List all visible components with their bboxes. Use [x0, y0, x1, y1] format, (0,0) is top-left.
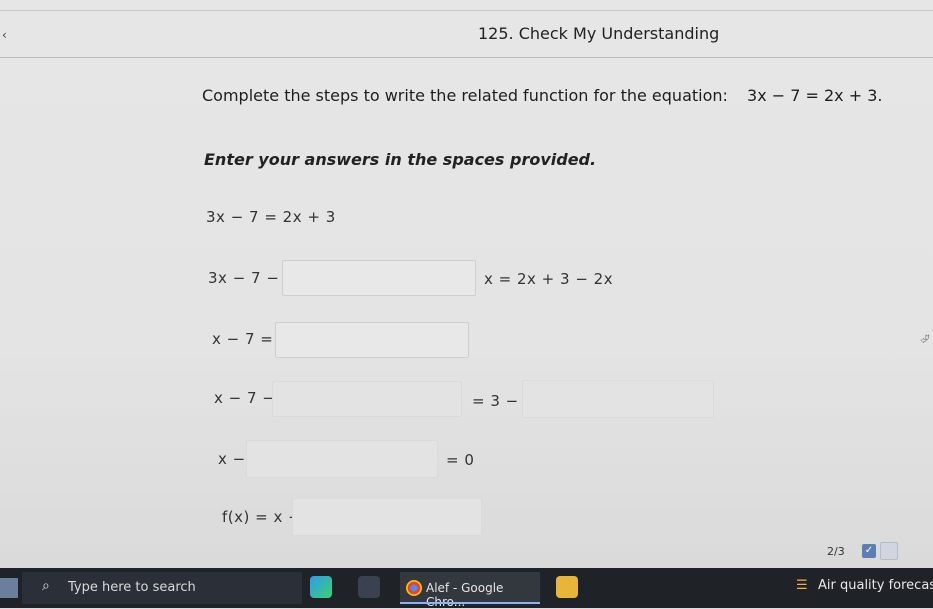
answer-input-2[interactable]: [275, 322, 469, 358]
search-icon: ⌕: [42, 578, 50, 594]
prompt-equation: 3x − 7 = 2x + 3.: [747, 86, 883, 105]
active-window-underline: [400, 602, 540, 604]
mouse-cursor-icon: ⮰: [920, 332, 930, 346]
step-line-1: 3x − 7 = 2x + 3: [206, 208, 336, 226]
top-divider: [0, 10, 933, 11]
answer-input-6[interactable]: [292, 498, 482, 536]
back-chevron-icon[interactable]: ‹: [2, 28, 7, 42]
weather-widget[interactable]: ☰ Air quality forecast: [796, 578, 933, 593]
progress-indicator: 2/3: [827, 545, 845, 558]
step-line-5-right: = 0: [446, 451, 475, 469]
app-page: ‹ 125. Check My Understanding Complete t…: [0, 0, 933, 568]
next-square-icon[interactable]: [880, 542, 898, 560]
answer-input-3[interactable]: [272, 381, 462, 417]
chrome-window-label: Alef - Google Chro...: [426, 581, 504, 609]
taskbar: ⌕ Type here to search Alef - Google Chro…: [0, 568, 933, 609]
weather-text: Air quality forecast: [818, 578, 933, 593]
step-line-3-left: x − 7 =: [212, 330, 274, 348]
chrome-icon: [406, 580, 422, 596]
air-quality-icon: ☰: [796, 578, 808, 593]
step-line-5-left: x −: [218, 450, 246, 468]
step-line-6-left: f(x) = x −: [222, 508, 302, 526]
header-divider: [0, 57, 933, 58]
prompt-text: Complete the steps to write the related …: [202, 86, 728, 105]
search-placeholder: Type here to search: [68, 580, 196, 595]
step-line-4-right: = 3 −: [472, 392, 519, 410]
taskbar-chrome-window[interactable]: Alef - Google Chro...: [400, 572, 540, 609]
taskbar-search[interactable]: ⌕ Type here to search: [22, 572, 302, 604]
check-icon[interactable]: ✓: [862, 544, 876, 558]
edge-icon[interactable]: [310, 576, 332, 598]
step-line-4-left: x − 7 −: [214, 389, 276, 407]
instruction-text: Enter your answers in the spaces provide…: [204, 150, 597, 169]
step-line-2-left: 3x − 7 −: [208, 269, 280, 287]
answer-input-1[interactable]: [282, 260, 476, 296]
file-explorer-icon[interactable]: [556, 576, 578, 598]
step-line-2-right: x = 2x + 3 − 2x: [484, 270, 614, 288]
start-icon[interactable]: [0, 578, 18, 598]
answer-input-4[interactable]: [522, 380, 714, 418]
page-title: 125. Check My Understanding: [478, 24, 720, 43]
answer-input-5[interactable]: [246, 440, 438, 478]
store-icon[interactable]: [358, 576, 380, 598]
question-prompt: Complete the steps to write the related …: [202, 86, 883, 105]
